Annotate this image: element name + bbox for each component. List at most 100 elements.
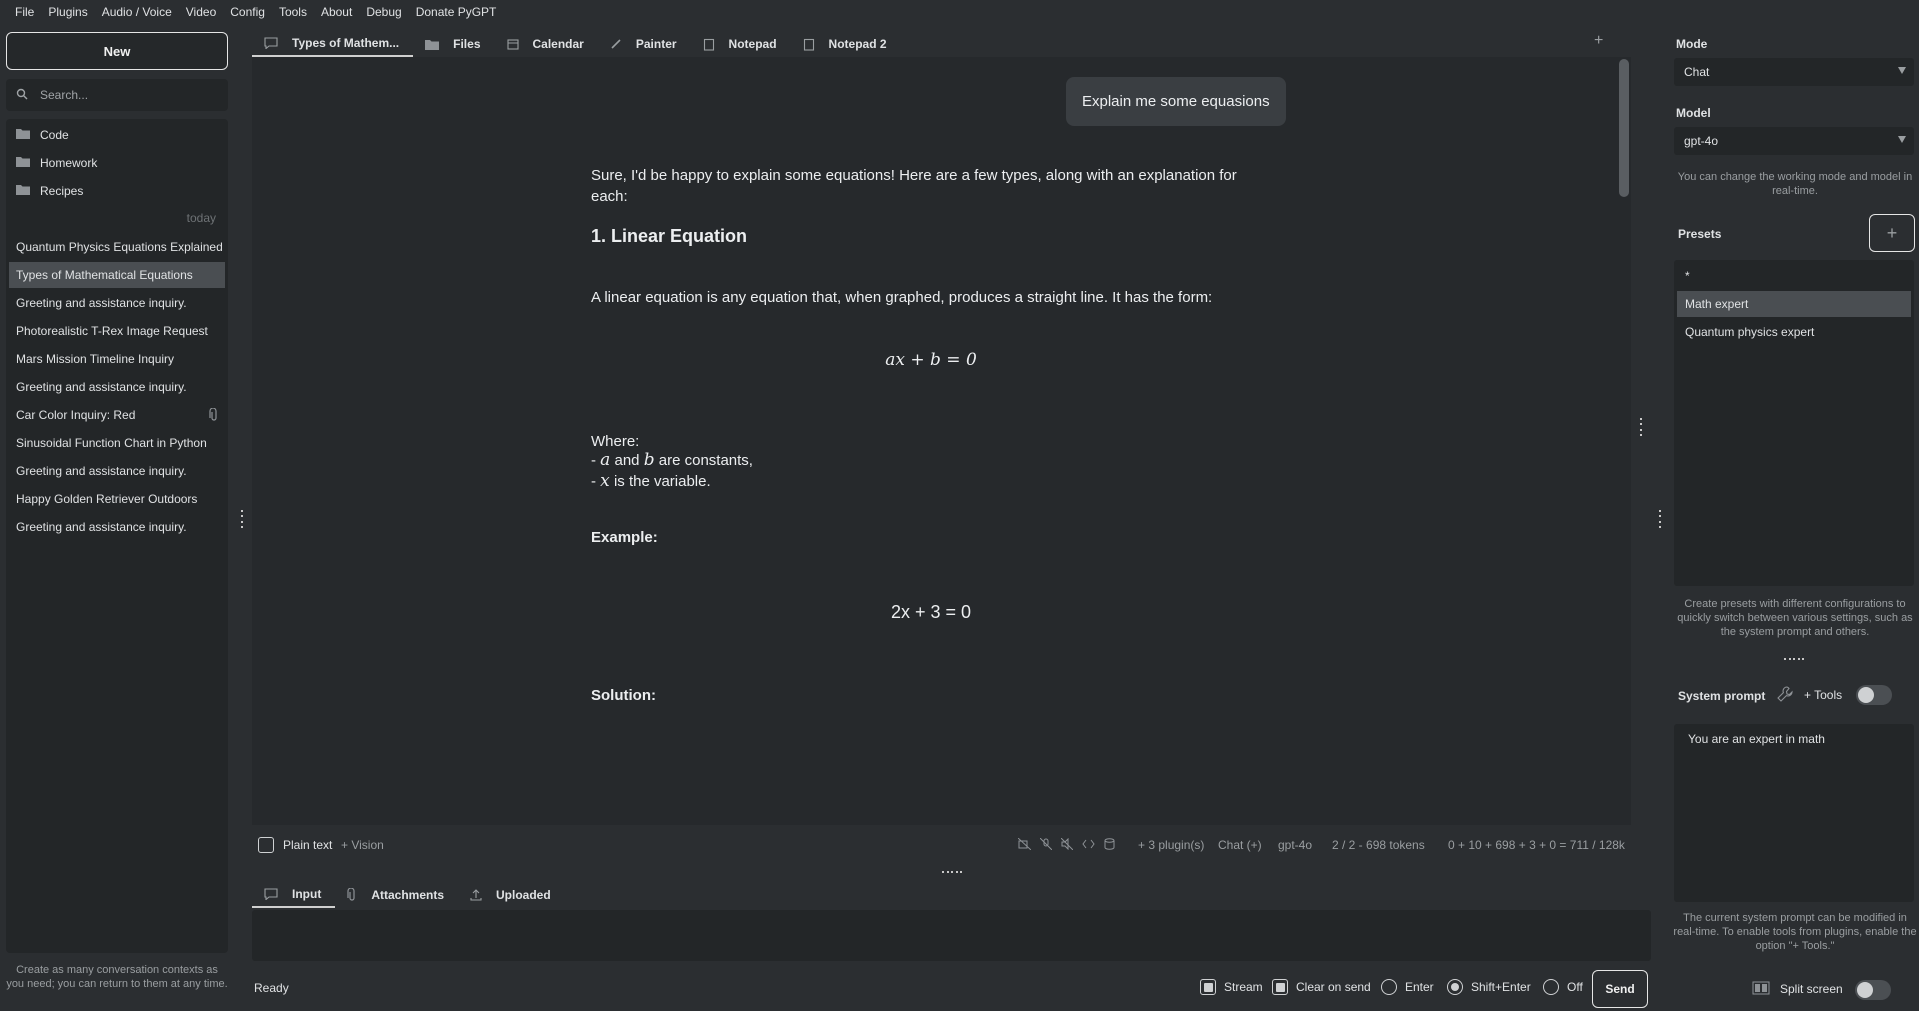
notepad-icon [703, 38, 715, 51]
folder-icon [16, 128, 30, 142]
right-splitter-handle[interactable] [1658, 510, 1662, 528]
plugins-count: + 3 plugin(s) [1138, 838, 1205, 852]
tab-painter[interactable]: Painter [598, 31, 691, 57]
menu-debug[interactable]: Debug [359, 0, 408, 24]
tab-notepad[interactable]: Notepad [691, 31, 791, 57]
group-label-today: today [186, 211, 216, 225]
section-heading: 1. Linear Equation [591, 226, 748, 246]
mic-off-icon [1039, 837, 1053, 853]
tab-label: Attachments [371, 888, 445, 902]
example-label: Example: [591, 529, 658, 546]
context-item[interactable]: Greeting and assistance inquiry. [9, 458, 225, 484]
tab-uploaded[interactable]: Uploaded [458, 882, 565, 908]
split-screen-label: Split screen [1780, 982, 1843, 996]
menu-video[interactable]: Video [179, 0, 223, 24]
system-prompt-hint: The current system prompt can be modifie… [1673, 912, 1917, 952]
tokens-indicator: 2 / 2 - 698 tokens [1332, 838, 1425, 852]
context-item-selected[interactable]: Types of Mathematical Equations [9, 262, 225, 288]
system-prompt-input[interactable]: You are an expert in math [1674, 724, 1914, 902]
add-preset-button[interactable]: + [1869, 214, 1915, 252]
plain-text-label: Plain text [283, 838, 333, 852]
shift-enter-radio[interactable] [1447, 979, 1463, 995]
mode-select[interactable]: Chat [1674, 58, 1914, 86]
menu-file[interactable]: File [8, 0, 41, 24]
context-item[interactable]: Mars Mission Timeline Inquiry [9, 346, 225, 372]
where-rest: are constants, [658, 452, 753, 469]
solution-label: Solution: [591, 687, 656, 704]
folder-homework[interactable]: Homework [16, 152, 97, 174]
center-splitter-handle[interactable] [1639, 418, 1643, 436]
stream-option[interactable]: Stream [1200, 979, 1263, 995]
linear-description: A linear equation is any equation that, … [591, 289, 1213, 306]
context-item[interactable]: Quantum Physics Equations Explained [9, 234, 225, 260]
tab-label: Files [453, 37, 481, 51]
message-input[interactable] [252, 910, 1651, 961]
tools-toggle[interactable] [1856, 685, 1892, 705]
system-prompt-label: System prompt [1678, 689, 1766, 703]
context-item-label: Car Color Inquiry: Red [16, 408, 136, 422]
paperclip-icon [209, 407, 219, 425]
tab-input[interactable]: Input [252, 882, 336, 908]
left-splitter-handle[interactable] [240, 510, 244, 528]
folder-code[interactable]: Code [16, 124, 69, 146]
context-item[interactable]: Happy Golden Retriever Outdoors [9, 486, 225, 512]
folder-icon [16, 156, 30, 170]
mode-label: Mode [1676, 37, 1708, 51]
menu-audio-voice[interactable]: Audio / Voice [95, 0, 179, 24]
stream-checkbox[interactable] [1200, 979, 1216, 995]
enter-option[interactable]: Enter [1381, 979, 1434, 995]
context-item[interactable]: Greeting and assistance inquiry. [9, 514, 225, 540]
tab-attachments[interactable]: Attachments [335, 882, 458, 908]
search-input[interactable]: Search... [6, 79, 228, 111]
context-item[interactable]: Sinusoidal Function Chart in Python [9, 430, 225, 456]
presets-splitter-handle[interactable] [1784, 657, 1804, 661]
model-indicator: gpt-4o [1278, 838, 1313, 852]
menu-tools[interactable]: Tools [272, 0, 314, 24]
enter-label: Enter [1405, 980, 1434, 994]
shift-enter-option[interactable]: Shift+Enter [1447, 979, 1531, 995]
clear-on-send-checkbox[interactable] [1272, 979, 1288, 995]
model-select[interactable]: gpt-4o [1674, 127, 1914, 155]
menu-config[interactable]: Config [223, 0, 272, 24]
new-context-button[interactable]: New [6, 32, 228, 70]
chat-scrollbar[interactable] [1619, 59, 1629, 197]
menu-bar: File Plugins Audio / Voice Video Config … [0, 0, 1919, 24]
split-screen-toggle[interactable] [1855, 980, 1891, 1000]
add-tab-button[interactable]: + [1594, 32, 1603, 50]
preset-item[interactable]: * [1677, 263, 1911, 289]
mode-indicator: Chat (+) [1218, 838, 1262, 852]
menu-about[interactable]: About [314, 0, 359, 24]
tab-calendar[interactable]: Calendar [495, 31, 598, 57]
wrench-icon [1776, 685, 1794, 706]
context-item[interactable]: Car Color Inquiry: Red [9, 402, 225, 428]
clear-on-send-label: Clear on send [1296, 980, 1371, 994]
menu-plugins[interactable]: Plugins [41, 0, 94, 24]
off-option[interactable]: Off [1543, 979, 1583, 995]
context-item[interactable]: Greeting and assistance inquiry. [9, 374, 225, 400]
input-splitter-handle[interactable] [942, 870, 962, 874]
preset-item[interactable]: Quantum physics expert [1677, 319, 1911, 345]
chat-icon [264, 888, 278, 900]
tab-chat[interactable]: Types of Mathem... [252, 31, 414, 57]
context-item[interactable]: Photorealistic T-Rex Image Request [9, 318, 225, 344]
context-item[interactable]: Greeting and assistance inquiry. [9, 290, 225, 316]
contexts-hint: Create as many conversation contexts as … [6, 964, 228, 990]
folder-label: Recipes [40, 184, 84, 198]
where-line-1: - a and b are constants, [591, 450, 753, 470]
off-radio[interactable] [1543, 979, 1559, 995]
enter-radio[interactable] [1381, 979, 1397, 995]
menu-donate[interactable]: Donate PyGPT [409, 0, 504, 24]
clear-on-send-option[interactable]: Clear on send [1272, 979, 1371, 995]
code-icon [1082, 838, 1095, 853]
tab-label: Uploaded [496, 888, 551, 902]
tab-files[interactable]: Files [413, 31, 494, 57]
folder-recipes[interactable]: Recipes [16, 180, 83, 202]
send-button[interactable]: Send [1592, 970, 1648, 1008]
where-rest: is the variable. [613, 473, 711, 490]
camera-off-icon [1017, 837, 1032, 853]
plain-text-checkbox[interactable] [258, 837, 274, 853]
assistant-intro: Sure, I'd be happy to explain some equat… [591, 167, 1237, 205]
chat-output[interactable]: Explain me some equasions Sure, I'd be h… [252, 57, 1631, 825]
tab-notepad-2[interactable]: Notepad 2 [791, 31, 901, 57]
preset-item-selected[interactable]: Math expert [1677, 291, 1911, 317]
